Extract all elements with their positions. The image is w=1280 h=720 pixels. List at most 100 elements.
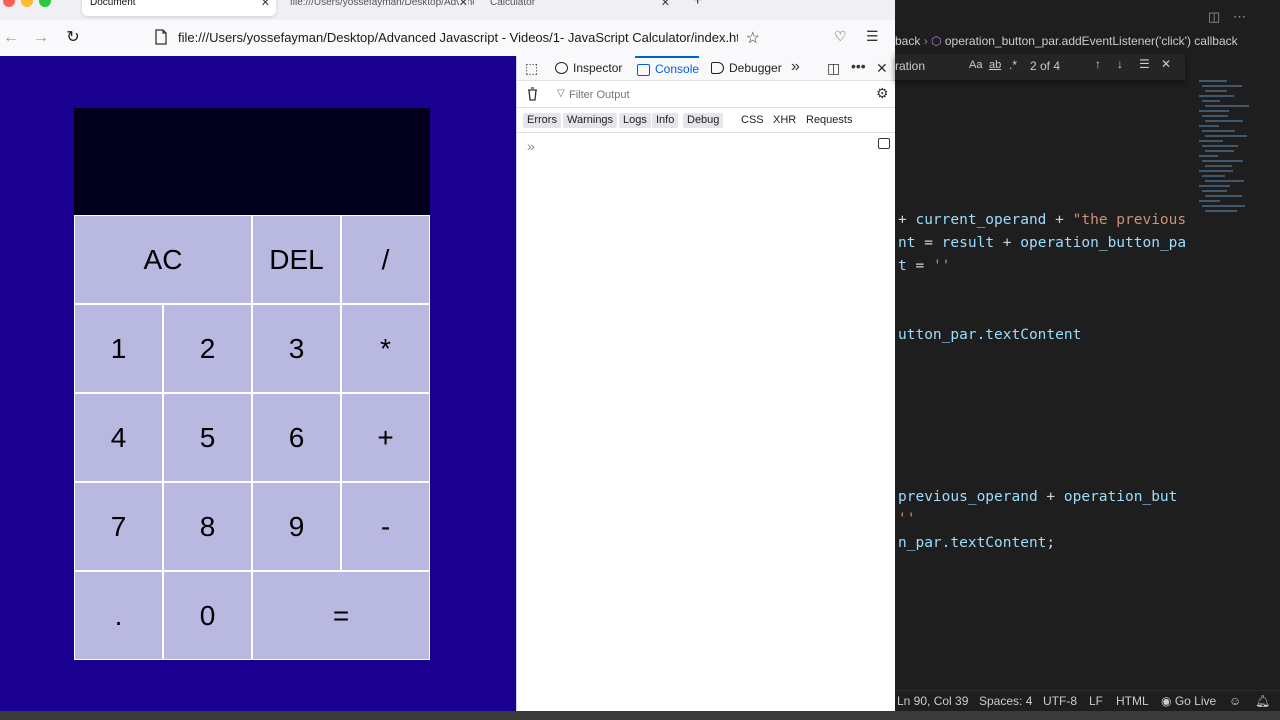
divide-button[interactable]: /	[341, 215, 430, 304]
encoding[interactable]: UTF-8	[1043, 694, 1077, 708]
find-input[interactable]: ration	[895, 59, 925, 73]
console-prompt-icon[interactable]: »	[527, 138, 535, 154]
digit-9-button[interactable]: 9	[252, 482, 341, 571]
settings-gear-icon[interactable]: ⚙	[876, 85, 889, 102]
hamburger-menu-icon[interactable]: ☰	[866, 28, 879, 45]
match-case-icon[interactable]: Aa	[969, 59, 982, 71]
filter-output-input[interactable]	[555, 87, 855, 103]
reload-icon[interactable]: ↻	[62, 27, 84, 49]
filter-errors[interactable]: Errors	[523, 113, 561, 128]
tab-calculator[interactable]: Calculator ✕	[482, 0, 676, 16]
clear-button[interactable]: AC	[74, 215, 252, 304]
sidebar-toggle-icon[interactable]	[878, 138, 890, 149]
tab-inspector[interactable]: Inspector	[553, 56, 622, 81]
new-tab-icon[interactable]: +	[693, 0, 702, 10]
line-ending[interactable]: LF	[1089, 694, 1103, 708]
digit-5-button[interactable]: 5	[163, 393, 252, 482]
minimap[interactable]	[1195, 70, 1270, 240]
dock-layout-icon[interactable]: ◫	[827, 60, 840, 77]
regex-icon[interactable]: .*	[1009, 58, 1017, 72]
close-icon[interactable]: ✕	[261, 0, 270, 12]
tab-file[interactable]: file:///Users/yossefayman/Desktop/Advanc…	[282, 0, 474, 16]
close-icon[interactable]: ✕	[458, 0, 468, 12]
more-options-icon[interactable]: •••	[851, 58, 866, 74]
code-line[interactable]: t = ''	[898, 258, 950, 274]
tab-debugger[interactable]: Debugger	[709, 56, 782, 81]
screen: Document ✕ file:///Users/yossefayman/Des…	[0, 0, 1280, 720]
filter-xhr[interactable]: XHR	[769, 113, 800, 128]
language-mode[interactable]: HTML	[1116, 694, 1149, 708]
file-icon	[155, 29, 167, 45]
breadcrumb-part[interactable]: back	[895, 34, 920, 48]
nav-bar: ← → ↻ file:///Users/yossefayman/Desktop/…	[0, 20, 895, 56]
code-line[interactable]: utton_par.textContent	[898, 327, 1081, 343]
subtract-button[interactable]: -	[341, 482, 430, 571]
cursor-position[interactable]: Ln 90, Col 39	[897, 694, 968, 708]
filter-info[interactable]: Info	[652, 113, 679, 128]
split-editor-icon[interactable]: ◫	[1208, 9, 1220, 25]
digit-0-button[interactable]: 0	[163, 571, 252, 660]
whole-word-icon[interactable]: ab	[989, 59, 1001, 71]
page-viewport: AC DEL / 1 2 3 * 4 5 6 + 7 8 9 - . 0 =	[0, 56, 516, 711]
feedback-icon[interactable]: ☺	[1229, 694, 1241, 708]
digit-2-button[interactable]: 2	[163, 304, 252, 393]
code-line[interactable]: previous_operand + operation_but	[898, 489, 1177, 505]
element-picker-icon[interactable]: ⬚	[525, 60, 538, 77]
minimap-line	[1202, 130, 1235, 132]
delete-button[interactable]: DEL	[252, 215, 341, 304]
code-token: +	[1037, 489, 1064, 505]
console-filter-bar: ▽ ⚙	[517, 82, 896, 108]
pocket-icon[interactable]: ♡	[834, 28, 847, 45]
more-tabs-chevron-icon[interactable]: »	[791, 58, 800, 76]
find-in-selection-icon[interactable]: ☰	[1139, 57, 1150, 71]
code-line[interactable]: + current_operand + "the previous	[898, 212, 1186, 228]
clear-console-trash-icon[interactable]	[527, 87, 538, 101]
broadcast-icon: ◉	[1161, 694, 1175, 708]
forward-arrow-icon[interactable]: →	[30, 27, 52, 49]
code-token: previous_operand	[898, 489, 1038, 505]
digit-1-button[interactable]: 1	[74, 304, 163, 393]
back-arrow-icon[interactable]: ←	[0, 27, 22, 49]
close-icon[interactable]: ✕	[661, 0, 670, 12]
maximize-window-button[interactable]	[39, 0, 51, 7]
breadcrumb-part[interactable]: operation_button_par.addEventListener('c…	[945, 34, 1238, 48]
log-level-filters: Errors Warnings Logs Info Debug CSS XHR …	[517, 109, 896, 133]
filter-warnings[interactable]: Warnings	[563, 113, 618, 128]
tab-label: Inspector	[573, 61, 623, 75]
previous-match-arrow-icon[interactable]: ↑	[1095, 57, 1101, 71]
go-live-button[interactable]: ◉ Go Live	[1161, 694, 1216, 708]
more-actions-icon[interactable]: ⋯	[1233, 9, 1246, 25]
add-button[interactable]: +	[341, 393, 430, 482]
decimal-button[interactable]: .	[74, 571, 163, 660]
bookmark-star-icon[interactable]: ☆	[746, 28, 760, 48]
filter-css[interactable]: CSS	[737, 113, 768, 128]
digit-6-button[interactable]: 6	[252, 393, 341, 482]
tab-console[interactable]: Console	[635, 56, 700, 81]
code-line[interactable]: ''	[898, 511, 915, 527]
filter-requests[interactable]: Requests	[802, 113, 856, 128]
breadcrumb: back › ⬡ operation_button_par.addEventLi…	[895, 30, 1238, 52]
digit-3-button[interactable]: 3	[252, 304, 341, 393]
filter-debug[interactable]: Debug	[683, 113, 724, 128]
notifications-bell-icon[interactable]: 🔔︎	[1255, 694, 1270, 708]
code-line[interactable]: nt = result + operation_button_pa	[898, 235, 1186, 251]
minimap-line	[1199, 140, 1223, 142]
minimize-window-button[interactable]	[21, 0, 33, 7]
code-token: ;	[1046, 535, 1056, 551]
console-icon	[637, 64, 650, 76]
indentation[interactable]: Spaces: 4	[979, 694, 1032, 708]
code-line[interactable]: n_par.textContent;	[898, 535, 1055, 551]
digit-7-button[interactable]: 7	[74, 482, 163, 571]
multiply-button[interactable]: *	[341, 304, 430, 393]
filter-logs[interactable]: Logs	[619, 113, 651, 128]
url-text[interactable]: file:///Users/yossefayman/Desktop/Advanc…	[178, 30, 738, 45]
digit-8-button[interactable]: 8	[163, 482, 252, 571]
close-find-icon[interactable]: ✕	[1161, 57, 1171, 71]
equals-button[interactable]: =	[252, 571, 430, 660]
url-bar[interactable]: file:///Users/yossefayman/Desktop/Advanc…	[148, 25, 768, 51]
tab-document[interactable]: Document ✕	[82, 0, 276, 16]
next-match-arrow-icon[interactable]: ↓	[1117, 57, 1123, 71]
close-window-button[interactable]	[3, 0, 15, 7]
close-devtools-icon[interactable]: ✕	[876, 60, 888, 77]
digit-4-button[interactable]: 4	[74, 393, 163, 482]
